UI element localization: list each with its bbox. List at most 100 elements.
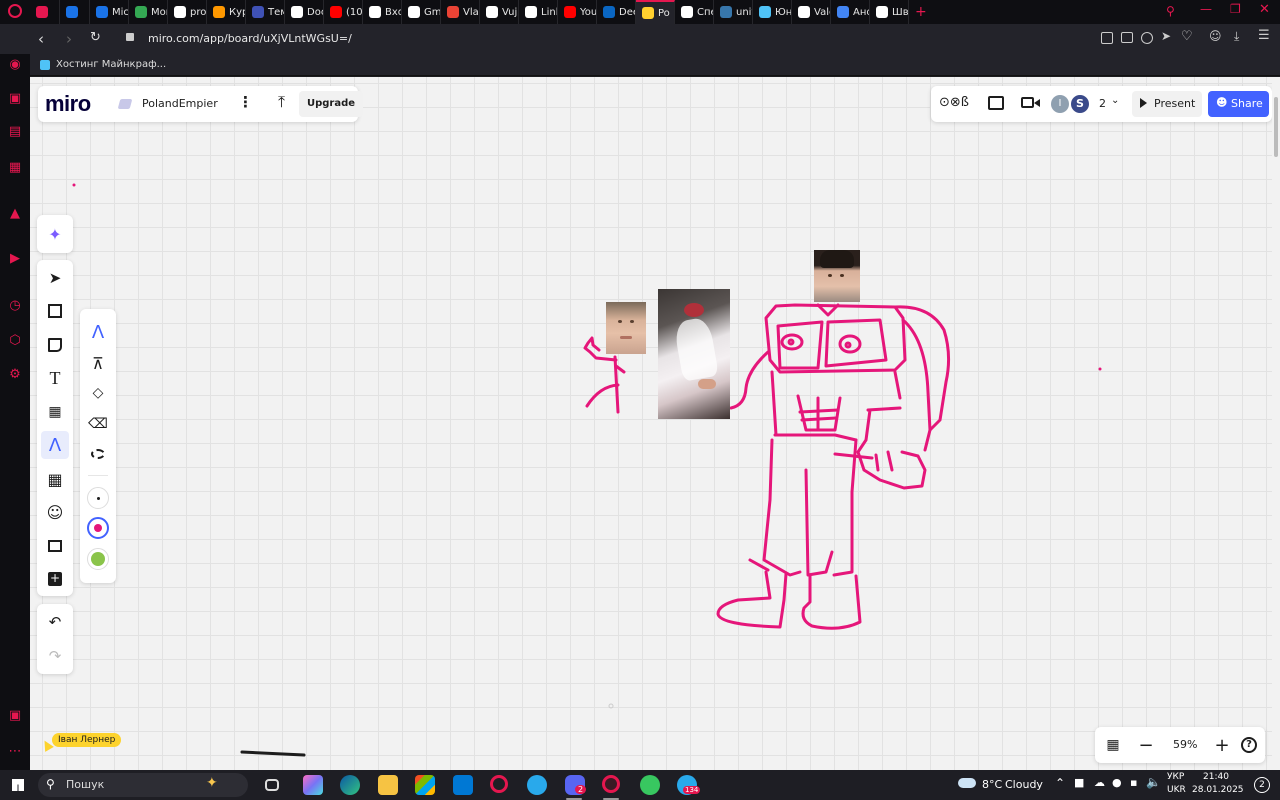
aria-icon[interactable]: ▲: [7, 206, 23, 222]
pen-drawing[interactable]: [30, 77, 1272, 770]
adblock-icon[interactable]: [1141, 32, 1153, 44]
more-icon[interactable]: ⋯: [7, 744, 23, 760]
browser-tab[interactable]: Юнит: [753, 0, 792, 24]
address-bar[interactable]: miro.com/app/board/uXjVLntWGsU=/: [148, 32, 352, 45]
export-icon[interactable]: ⤒: [278, 92, 285, 112]
zoom-level[interactable]: 59%: [1173, 738, 1197, 751]
lasso-icon[interactable]: [84, 440, 112, 468]
new-tab-button[interactable]: +: [915, 4, 931, 20]
pen-tool-icon[interactable]: Λ: [41, 431, 69, 459]
back-icon[interactable]: ‹: [38, 30, 44, 48]
browser-tab[interactable]: Швид: [870, 0, 909, 24]
browser-tab[interactable]: Вход: [363, 0, 402, 24]
miro-logo[interactable]: miro: [45, 91, 91, 117]
clock-time[interactable]: 21:40: [1203, 772, 1229, 782]
telegram-icon[interactable]: [527, 775, 547, 795]
help-icon[interactable]: ?: [1235, 731, 1263, 759]
sticky-note-icon[interactable]: [41, 331, 69, 359]
browser-tab[interactable]: prod: [168, 0, 207, 24]
smart-drawing-icon[interactable]: ◇: [84, 379, 112, 407]
templates-icon[interactable]: [41, 297, 69, 325]
reactions-button[interactable]: ⊙⊗ß: [939, 95, 969, 110]
photo-face-small[interactable]: [606, 302, 646, 354]
microphone-icon[interactable]: ●: [1112, 776, 1122, 789]
search-tabs-icon[interactable]: ⚲: [1166, 4, 1175, 18]
share-button[interactable]: ☻ Share: [1208, 91, 1269, 117]
color-green-option[interactable]: [87, 548, 109, 570]
store-icon[interactable]: [415, 775, 435, 795]
shopping-icon[interactable]: ▣: [7, 91, 23, 107]
browser-tab[interactable]: (1099: [324, 0, 363, 24]
maximize-icon[interactable]: ❐: [1230, 2, 1241, 16]
browser-tab[interactable]: Мой: [129, 0, 168, 24]
history-icon[interactable]: ◷: [7, 298, 23, 314]
browser-tab[interactable]: Deep: [597, 0, 636, 24]
send-icon[interactable]: ➤: [1161, 29, 1171, 43]
present-button[interactable]: Present: [1132, 91, 1202, 117]
zoom-out-icon[interactable]: −: [1132, 731, 1160, 759]
tray-cloud-icon[interactable]: ☁: [1094, 776, 1105, 789]
text-tool-icon[interactable]: T: [41, 364, 69, 392]
weather-text[interactable]: Cloudy: [1005, 778, 1043, 791]
speed-dial-icon[interactable]: ◉: [7, 57, 23, 73]
profile-icon[interactable]: ☺: [1209, 29, 1222, 43]
weather-icon[interactable]: [958, 778, 976, 788]
stroke-thin-option[interactable]: [87, 487, 109, 509]
opera-gx-icon[interactable]: [602, 775, 620, 793]
windows-start-icon[interactable]: [12, 779, 24, 791]
browser-tab[interactable]: Курс: [207, 0, 246, 24]
extensions-icon[interactable]: ⬡: [7, 333, 23, 349]
redo-icon[interactable]: ↷: [41, 642, 69, 670]
edge-icon[interactable]: [340, 775, 360, 795]
tray-app-icon[interactable]: ■: [1074, 776, 1084, 789]
camera-icon[interactable]: [1121, 32, 1133, 43]
ai-sparkle-icon[interactable]: ✦: [41, 220, 69, 248]
opera-taskbar-icon[interactable]: [490, 775, 508, 793]
task-view-icon[interactable]: [265, 779, 279, 791]
collaborator-count[interactable]: 2: [1099, 97, 1106, 110]
color-pink-option[interactable]: [87, 517, 109, 539]
taskbar-search[interactable]: ⚲ Пошук ✦: [38, 773, 248, 797]
shapes-icon[interactable]: ▦: [41, 398, 69, 426]
select-cursor-icon[interactable]: ➤: [41, 264, 69, 292]
player-icon[interactable]: ▶: [7, 251, 23, 267]
discord-icon[interactable]: 2: [565, 775, 587, 795]
minimize-icon[interactable]: —: [1200, 2, 1212, 16]
language-bottom[interactable]: UKR: [1167, 785, 1186, 795]
browser-tab[interactable]: Micis: [90, 0, 129, 24]
video-call-icon[interactable]: [1021, 97, 1034, 108]
download-icon[interactable]: ⤓: [1234, 29, 1239, 44]
heart-icon[interactable]: ♡: [1181, 29, 1193, 44]
browser-tab[interactable]: Linkin: [519, 0, 558, 24]
browser-tab[interactable]: Тема: [246, 0, 285, 24]
comments-icon[interactable]: [988, 96, 1004, 110]
photo-face-head[interactable]: [814, 250, 860, 302]
eraser-icon[interactable]: ⌫: [84, 410, 112, 438]
file-explorer-icon[interactable]: [378, 775, 398, 795]
gallery-icon[interactable]: ▣: [7, 708, 23, 724]
user-avatar[interactable]: S: [1069, 93, 1091, 115]
comment-icon[interactable]: [41, 532, 69, 560]
browser-tab[interactable]: [60, 0, 90, 24]
board-name[interactable]: PolandEmpier: [142, 97, 218, 110]
share-page-icon[interactable]: [1101, 32, 1113, 44]
tray-app2-icon[interactable]: ▪: [1130, 776, 1137, 789]
opera-logo-icon[interactable]: [8, 4, 22, 18]
telegram-icon-2[interactable]: 134: [677, 775, 701, 795]
highlighter-icon[interactable]: ⊼: [84, 349, 112, 377]
browser-tab[interactable]: YouTu: [558, 0, 597, 24]
close-window-icon[interactable]: ✕: [1259, 2, 1270, 17]
emoji-stickers-icon[interactable]: ☺: [41, 498, 69, 526]
bookmark-item[interactable]: Хостинг Майнкраф...: [56, 59, 166, 70]
frame-icon[interactable]: ▦: [41, 465, 69, 493]
fit-to-screen-icon[interactable]: ▦: [1099, 731, 1127, 759]
clock-date[interactable]: 28.01.2025: [1192, 785, 1244, 795]
pen-icon[interactable]: Λ: [84, 318, 112, 346]
volume-icon[interactable]: 🔈: [1146, 775, 1161, 789]
browser-tab[interactable]: [30, 0, 60, 24]
copilot-icon[interactable]: [303, 775, 323, 795]
settings-icon[interactable]: ⚙: [7, 367, 23, 383]
browser-tab[interactable]: VladV: [441, 0, 480, 24]
weather-temp[interactable]: 8°C: [982, 778, 1002, 791]
notification-badge[interactable]: 2: [1254, 777, 1270, 793]
